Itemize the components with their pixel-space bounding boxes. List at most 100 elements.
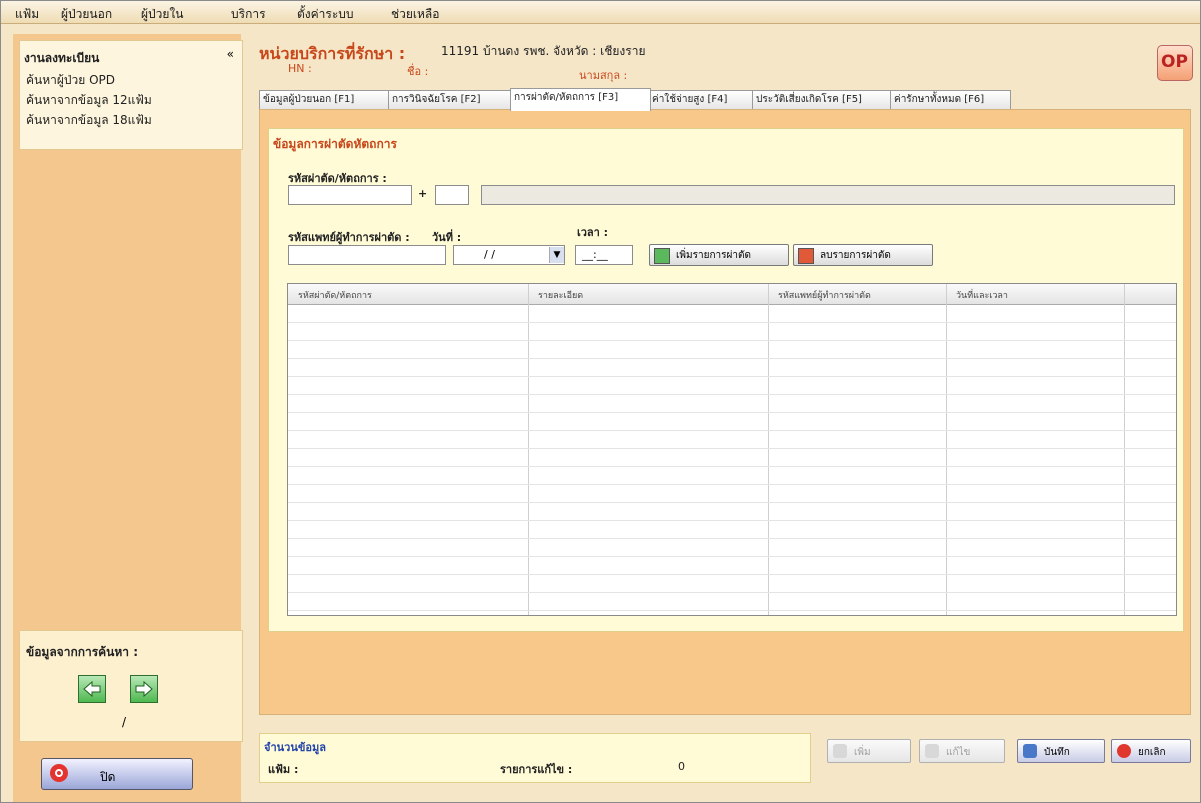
date-label: วันที่ : [432, 231, 462, 244]
procedure-form: ข้อมูลการผ่าตัดหัตถการ รหัสผ่าตัด/หัตถกา… [268, 128, 1184, 632]
column-procedure-code[interactable]: รหัสผ่าตัด/หัตถการ [298, 288, 372, 302]
tab-total-charges[interactable]: ค่ารักษาทั้งหมด [F6] [890, 90, 1011, 110]
menu-inpatient[interactable]: ผู้ป่วยใน [141, 5, 183, 24]
column-datetime[interactable]: วันที่และเวลา [956, 288, 1008, 302]
tab-diagnosis[interactable]: การวินิจฉัยโรค [F2] [388, 90, 513, 110]
patient-surname-label: นามสกุล : [579, 69, 628, 82]
edit-record-button[interactable]: แก้ไข [919, 739, 1005, 763]
add-icon [654, 248, 670, 264]
tab-risk-history[interactable]: ประวัติเสี่ยงเกิดโรค [F5] [752, 90, 893, 110]
collapse-icon[interactable]: « [227, 47, 234, 61]
op-badge-icon: OP [1157, 45, 1193, 81]
procedure-panel: ข้อมูลการผ่าตัดหัตถการ รหัสผ่าตัด/หัตถกา… [259, 109, 1191, 715]
next-record-button[interactable] [130, 675, 158, 703]
save-label: บันทึก [1044, 747, 1070, 758]
sidebar-item-search-opd[interactable]: ค้นหาผู้ป่วย OPD [26, 71, 115, 90]
arrow-right-icon [135, 680, 153, 698]
menu-outpatient[interactable]: ผู้ป่วยนอก [61, 5, 112, 24]
save-icon [1023, 744, 1037, 758]
previous-record-button[interactable] [78, 675, 106, 703]
service-unit-value: 11191 บ้านดง รพช. จังหวัด : เชียงราย [441, 44, 646, 58]
table-row-line [288, 340, 1176, 341]
table-row-line [288, 484, 1176, 485]
menu-settings[interactable]: ตั้งค่าระบบ [297, 5, 354, 24]
hn-label: HN : [288, 62, 312, 75]
record-position: / [122, 715, 127, 729]
menu-file[interactable]: แฟ้ม [15, 5, 39, 24]
column-divider [946, 284, 947, 615]
app-window: แฟ้ม ผู้ป่วยนอก ผู้ป่วยใน บริการ ตั้งค่า… [0, 0, 1201, 803]
sidebar: งานลงทะเบียน « ค้นหาผู้ป่วย OPD ค้นหาจาก… [13, 34, 243, 802]
sidebar-heading: งานลงทะเบียน [24, 51, 100, 65]
column-doctor-code[interactable]: รหัสแพทย์ผู้ทำการผ่าตัด [778, 288, 871, 302]
table-row-line [288, 520, 1176, 521]
cancel-button[interactable]: ยกเลิก [1111, 739, 1191, 763]
summary-records-label: รายการแก้ไข : [500, 763, 573, 776]
table-row-line [288, 412, 1176, 413]
summary-rows-label: แฟ้ม : [268, 763, 299, 776]
add-record-button[interactable]: เพิ่ม [827, 739, 911, 763]
table-row-line [288, 322, 1176, 323]
arrow-left-icon [83, 680, 101, 698]
add-record-label: เพิ่ม [854, 747, 871, 758]
delete-procedure-button[interactable]: ลบรายการผ่าตัด [793, 244, 933, 266]
tab-procedure[interactable]: การผ่าตัด/หัตถการ [F3] [510, 88, 651, 111]
service-unit-label: หน่วยบริการที่รักษา : [259, 44, 406, 63]
summary-records-value: 0 [678, 760, 685, 773]
table-row-line [288, 574, 1176, 575]
menu-service[interactable]: บริการ [231, 5, 266, 24]
tab-high-cost[interactable]: ค่าใช้จ่ายสูง [F4] [648, 90, 755, 110]
add-procedure-label: เพิ่มรายการผ่าตัด [676, 250, 751, 261]
procedure-code-input[interactable] [288, 185, 412, 205]
op-badge-text: OP [1161, 52, 1188, 72]
sidebar-item-search-18-files[interactable]: ค้นหาจากข้อมูล 18แฟ้ม [26, 111, 152, 130]
column-divider [768, 284, 769, 615]
table-row-line [288, 358, 1176, 359]
chevron-down-icon[interactable]: ▼ [549, 247, 564, 263]
summary-title: จำนวนข้อมูล [264, 741, 326, 754]
close-button[interactable]: ปิด [41, 758, 193, 790]
column-divider [1124, 284, 1125, 615]
delete-icon [798, 248, 814, 264]
table-row-line [288, 394, 1176, 395]
procedure-code-separator: + [418, 187, 428, 200]
table-row-line [288, 592, 1176, 593]
power-icon [50, 764, 68, 782]
procedure-table[interactable]: รหัสผ่าตัด/หัตถการ รายละเอียด รหัสแพทย์ผ… [287, 283, 1177, 616]
table-row-line [288, 376, 1176, 377]
time-label: เวลา : [577, 226, 609, 239]
table-row-line [288, 502, 1176, 503]
add-icon [833, 744, 847, 758]
menu-bar: แฟ้ม ผู้ป่วยนอก ผู้ป่วยใน บริการ ตั้งค่า… [1, 1, 1200, 24]
doctor-code-label: รหัสแพทย์ผู้ทำการผ่าตัด : [288, 231, 410, 244]
table-row-line [288, 448, 1176, 449]
patient-name-label: ชื่อ : [407, 65, 429, 78]
time-input[interactable]: __:__ [575, 245, 633, 265]
doctor-code-input[interactable] [288, 245, 446, 265]
column-description[interactable]: รายละเอียด [538, 288, 583, 302]
table-row-line [288, 466, 1176, 467]
delete-procedure-label: ลบรายการผ่าตัด [820, 250, 891, 261]
add-procedure-button[interactable]: เพิ่มรายการผ่าตัด [649, 244, 789, 266]
edit-icon [925, 744, 939, 758]
sidebar-item-search-12-files[interactable]: ค้นหาจากข้อมูล 12แฟ้ม [26, 91, 152, 110]
column-divider [528, 284, 529, 615]
section-title: ข้อมูลการผ่าตัดหัตถการ [273, 137, 397, 151]
edit-record-label: แก้ไข [946, 747, 971, 758]
search-result-title: ข้อมูลจากการค้นหา : [26, 645, 139, 659]
cancel-label: ยกเลิก [1138, 747, 1166, 758]
time-value: __:__ [582, 248, 608, 261]
table-header: รหัสผ่าตัด/หัตถการ รายละเอียด รหัสแพทย์ผ… [288, 284, 1176, 305]
procedure-description-field [481, 185, 1175, 205]
save-button[interactable]: บันทึก [1017, 739, 1105, 763]
table-row-line [288, 430, 1176, 431]
tab-outpatient-info[interactable]: ข้อมูลผู้ป่วยนอก [F1] [259, 90, 390, 110]
procedure-code-suffix-input[interactable] [435, 185, 469, 205]
close-button-label: ปิด [100, 770, 116, 784]
menu-help[interactable]: ช่วยเหลือ [391, 5, 440, 24]
cancel-icon [1117, 744, 1131, 758]
table-row-line [288, 538, 1176, 539]
date-picker[interactable]: / / ▼ [453, 245, 565, 265]
table-row-line [288, 556, 1176, 557]
table-row-line [288, 610, 1176, 611]
